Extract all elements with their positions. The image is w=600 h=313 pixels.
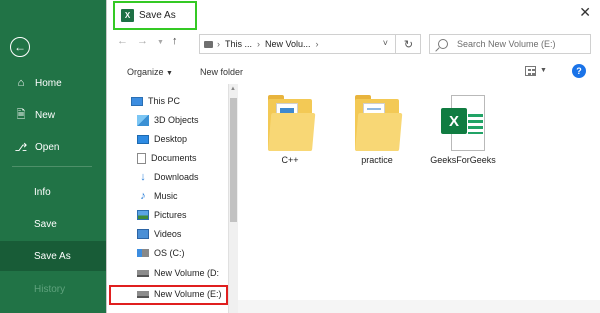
tree-item-os-c[interactable]: OS (C:) [137,244,185,262]
search-input[interactable]: Search New Volume (E:) [429,34,591,54]
refresh-button[interactable]: ↻ [395,34,421,54]
help-icon[interactable]: ? [572,64,586,78]
refresh-icon: ↻ [403,38,414,51]
tree-item-this-pc[interactable]: This PC [131,92,180,110]
forward-arrow-icon[interactable]: → [137,36,148,47]
dialog-title: Save As [139,10,176,21]
tree-item-downloads[interactable]: ↓ Downloads [137,168,199,186]
tree-item-desktop[interactable]: Desktop [137,130,187,148]
tree-item-label: Videos [154,229,182,239]
tree-item-label: OS (C:) [154,248,185,258]
close-icon[interactable]: ✕ [579,5,591,19]
tree-item-label: New Volume (D: [154,268,220,278]
desktop-icon [137,134,149,144]
backstage-item-label: History [34,283,66,295]
backstage-item-label: Save [34,218,57,230]
navigation-pane: This PC 3D Objects Desktop Documents ↓ D… [107,84,227,313]
tree-item-label: This PC [148,96,181,106]
arrow-left-icon: ← [14,40,26,54]
backstage-item-label: Home [35,77,62,89]
folder-icon [268,95,316,151]
tree-item-music[interactable]: ♪ Music [137,187,178,205]
file-item-practice[interactable]: practice [342,95,412,165]
home-icon: ⌂ [17,77,25,89]
tree-item-new-volume-d[interactable]: New Volume (D: [137,264,219,282]
excel-app-icon: X [121,9,134,22]
breadcrumb-item[interactable]: New Volu... [265,39,311,49]
search-icon [438,39,448,49]
navigation-scrollbar[interactable]: ▲ [228,84,238,313]
documents-icon [137,152,146,164]
search-placeholder: Search New Volume (E:) [457,39,556,49]
backstage-item-home[interactable]: ⌂ Home [0,68,106,98]
file-name: GeeksForGeeks [430,155,496,165]
chevron-down-icon: ▼ [166,70,173,77]
selected-drive-highlight [109,285,228,305]
organize-label: Organize [127,67,164,77]
dialog-title-highlight: X Save As [113,1,197,30]
pictures-icon [137,210,149,220]
tree-item-label: Desktop [154,134,188,144]
tree-item-label: Documents [151,153,197,163]
dialog-titlebar: X Save As ✕ [107,0,600,30]
back-arrow-icon[interactable]: ← [117,36,128,47]
backstage-divider [12,166,92,167]
new-folder-button[interactable]: New folder [200,67,243,77]
chevron-right-icon: › [257,39,261,49]
scrollbar-thumb[interactable] [230,98,237,222]
up-arrow-icon[interactable]: ↑ [172,36,178,47]
chevron-down-icon[interactable]: ▼ [540,67,547,74]
video-icon [137,229,149,239]
tree-item-label: 3D Objects [154,115,199,125]
tree-item-label: Music [154,191,178,201]
backstage-item-label: Info [34,186,51,198]
chevron-right-icon: › [217,39,220,49]
drive-icon [137,269,149,277]
file-name: C++ [281,155,299,165]
tree-item-documents[interactable]: Documents [137,149,197,167]
excel-file-icon: X [441,95,485,151]
backstage-item-label: Save As [34,250,71,262]
view-options-icon[interactable] [525,66,536,76]
chevron-right-icon: › [315,39,319,49]
backstage-item-new[interactable]: 🗎 New [0,100,106,130]
breadcrumb-item[interactable]: This ... [225,39,252,49]
file-name: practice [361,155,393,165]
scroll-up-icon[interactable]: ▲ [230,86,236,92]
folder-open-icon: ⎇ [14,141,28,154]
back-button[interactable]: ← [10,37,30,57]
recent-locations-icon[interactable]: ▼ [157,39,164,46]
chevron-down-icon[interactable]: ˅ [383,38,388,48]
backstage-item-open[interactable]: ⎇ Open [0,132,106,162]
tree-item-videos[interactable]: Videos [137,225,181,243]
file-item-cpp[interactable]: C++ [255,95,325,165]
drive-icon [204,40,213,48]
os-drive-icon [137,249,149,257]
backstage-item-label: Open [35,141,60,153]
cube-3d-icon [137,114,149,126]
backstage-item-save-as[interactable]: Save As [0,241,106,271]
backstage-item-save[interactable]: Save [0,209,106,239]
navigation-bar: ← → ▼ ↑ › This ... › New Volu... › ˅ ↻ S… [107,30,600,58]
music-note-icon: ♪ [140,190,146,202]
download-icon: ↓ [140,171,146,183]
tree-item-label: Pictures [154,210,187,220]
backstage-item-label: New [35,109,56,121]
tree-item-pictures[interactable]: Pictures [137,206,187,224]
content-scroll-area [238,300,600,313]
save-as-dialog: X Save As ✕ ← → ▼ ↑ › This ... › New Vol… [106,0,600,313]
dialog-toolbar: Organize ▼ New folder ▼ ? [107,58,600,84]
backstage-menu: ← ⌂ Home 🗎 New ⎇ Open Info Save Save As … [0,0,106,313]
backstage-item-info[interactable]: Info [0,177,106,207]
organize-button[interactable]: Organize ▼ [127,67,173,77]
new-document-icon: 🗎 [16,108,26,121]
backstage-item-history[interactable]: History [0,274,106,304]
address-bar[interactable]: › This ... › New Volu... › ˅ [199,34,421,54]
tree-item-label: Downloads [154,172,199,182]
file-item-geeksforgeeks[interactable]: X GeeksForGeeks [425,95,501,165]
pc-icon [131,96,143,106]
tree-item-3d-objects[interactable]: 3D Objects [137,111,199,129]
folder-icon [355,95,403,151]
